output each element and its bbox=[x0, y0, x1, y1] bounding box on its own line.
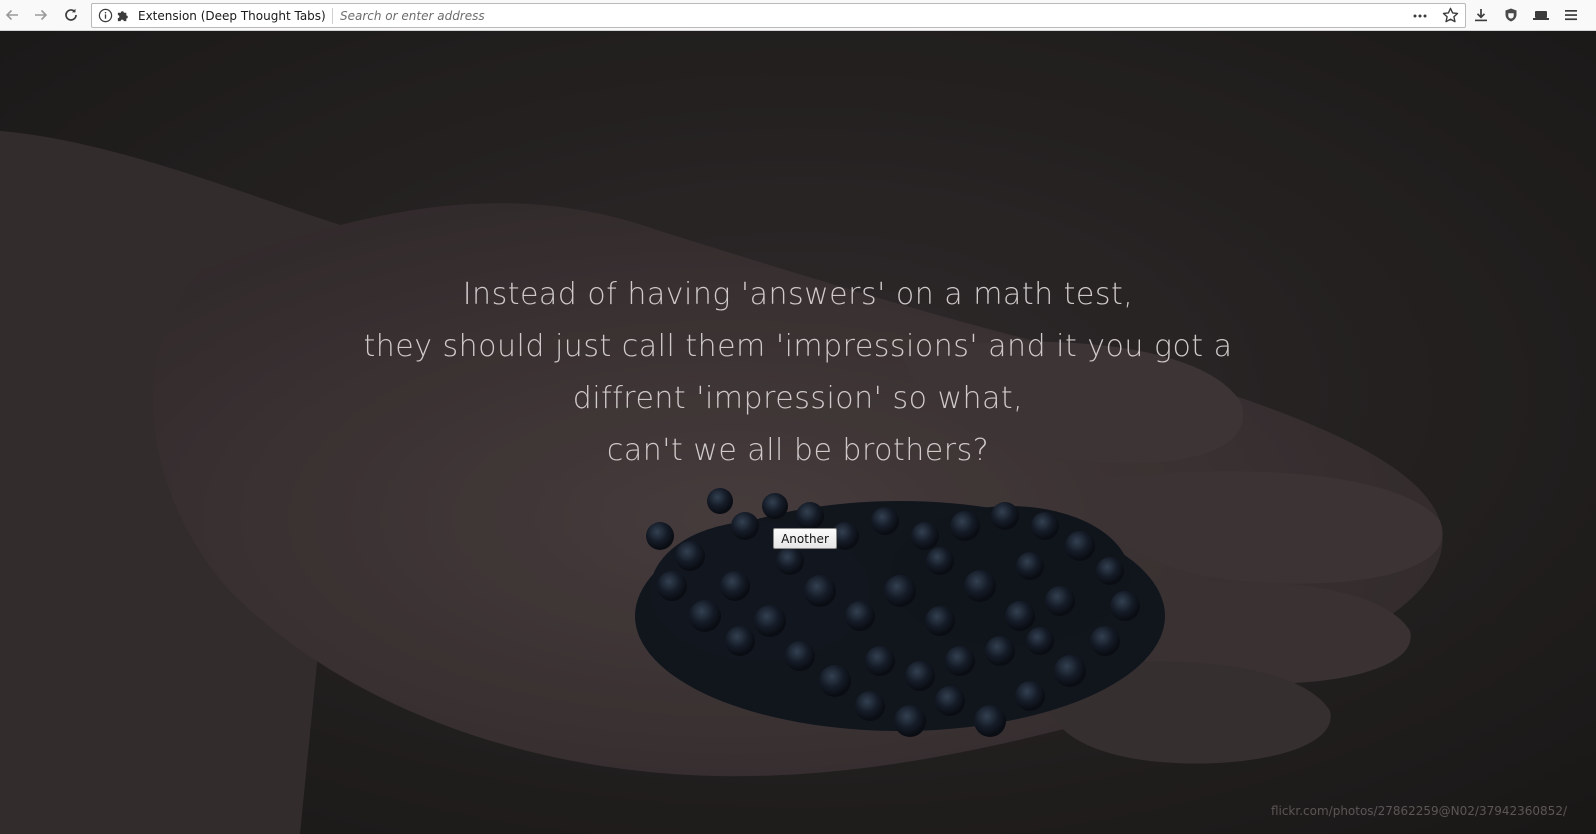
browser-toolbar: Extension (Deep Thought Tabs) bbox=[0, 0, 1596, 31]
reload-button[interactable] bbox=[60, 4, 82, 26]
back-button[interactable] bbox=[1, 4, 23, 26]
info-icon bbox=[98, 8, 113, 23]
quote-line-3: diffrent 'impression' so what, bbox=[572, 381, 1024, 416]
urlbar-divider bbox=[332, 8, 333, 24]
quote-line-1: Instead of having 'answers' on a math te… bbox=[462, 277, 1134, 312]
another-button[interactable]: Another bbox=[773, 528, 837, 549]
address-bar[interactable]: Extension (Deep Thought Tabs) bbox=[91, 3, 1466, 28]
bookmark-star-icon[interactable] bbox=[1439, 5, 1461, 27]
quote-line-4: can't we all be brothers? bbox=[606, 433, 990, 468]
hamburger-menu-icon[interactable] bbox=[1560, 4, 1582, 26]
site-identity[interactable]: Extension (Deep Thought Tabs) bbox=[98, 4, 326, 27]
reload-icon bbox=[65, 8, 77, 21]
quote-line-2: they should just call them 'impressions'… bbox=[363, 329, 1233, 364]
arrow-right-icon bbox=[35, 9, 48, 21]
urlbar-actions bbox=[1409, 4, 1461, 27]
downloads-icon[interactable] bbox=[1470, 4, 1492, 26]
arrow-left-icon bbox=[5, 9, 18, 21]
forward-button[interactable] bbox=[30, 4, 52, 26]
toolbar-actions bbox=[1470, 4, 1582, 26]
puzzle-piece-icon bbox=[117, 11, 128, 22]
photo-credit-link[interactable]: flickr.com/photos/27862259@N02/379423608… bbox=[1271, 804, 1567, 818]
quote-text: Instead of having 'answers' on a math te… bbox=[0, 269, 1596, 477]
new-tab-page: Instead of having 'answers' on a math te… bbox=[0, 31, 1596, 834]
library-icon[interactable] bbox=[1530, 4, 1552, 26]
shield-icon[interactable] bbox=[1500, 4, 1522, 26]
page-actions-icon[interactable] bbox=[1409, 5, 1431, 27]
identity-label: Extension (Deep Thought Tabs) bbox=[138, 8, 326, 23]
address-input[interactable] bbox=[340, 6, 1390, 25]
